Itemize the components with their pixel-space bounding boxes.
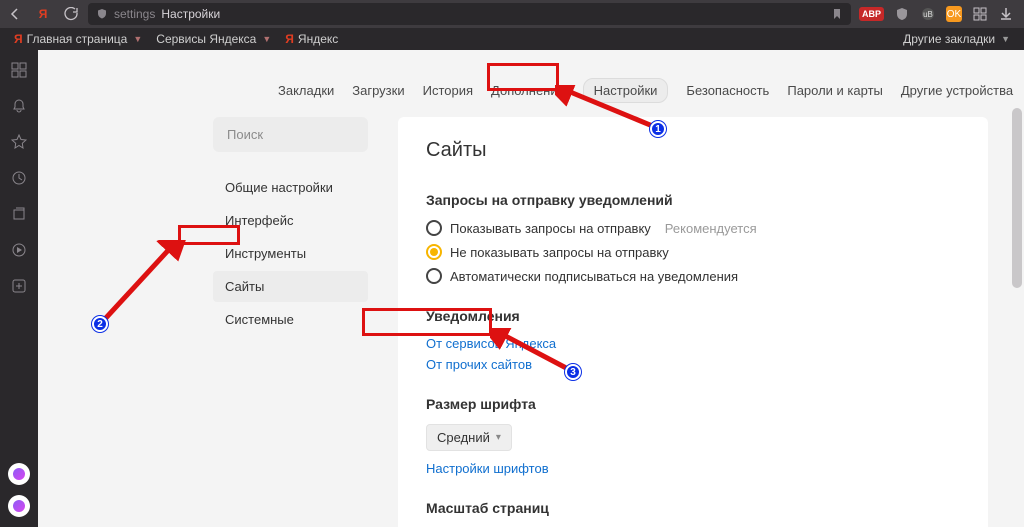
settings-page: Закладки Загрузки История Дополнения Нас… — [38, 50, 1024, 527]
titlebar: Я settings Настройки ABP uB OK — [0, 0, 1024, 28]
other-bookmarks-label: Другие закладки — [903, 32, 995, 46]
vertical-sidebar — [0, 50, 38, 527]
bookmark-services-label: Сервисы Яндекса — [156, 32, 256, 46]
ublock-extension-icon[interactable]: uB — [920, 6, 936, 22]
bookmark-home-label: Главная страница — [27, 32, 128, 46]
ok-extension-icon[interactable]: OK — [946, 6, 962, 22]
radio-show-requests[interactable]: Показывать запросы на отправку Рекоменду… — [426, 220, 960, 236]
section-font-size: Размер шрифта — [426, 396, 960, 412]
tab-addons[interactable]: Дополнения — [491, 83, 565, 98]
svg-text:uB: uB — [923, 10, 933, 19]
bookmark-icon[interactable] — [831, 8, 843, 20]
search-placeholder: Поиск — [227, 127, 263, 142]
tab-settings[interactable]: Настройки — [583, 78, 669, 103]
side-system[interactable]: Системные — [213, 304, 368, 335]
radio-dont-show-requests[interactable]: Не показывать запросы на отправку — [426, 244, 960, 260]
tab-history[interactable]: История — [423, 83, 473, 98]
side-interface[interactable]: Интерфейс — [213, 205, 368, 236]
radio-auto-label: Автоматически подписываться на уведомлен… — [450, 269, 738, 284]
reload-button[interactable] — [62, 5, 80, 23]
alisa-icon-2[interactable] — [8, 495, 30, 517]
bookmarks-bar: ЯГлавная страница▼ Сервисы Яндекса▼ ЯЯнд… — [0, 28, 1024, 50]
alisa-icon[interactable] — [8, 463, 30, 485]
tab-downloads[interactable]: Загрузки — [352, 83, 404, 98]
bookmark-yandex-label: Яндекс — [298, 32, 338, 46]
yandex-logo[interactable]: Я — [34, 5, 52, 23]
link-other-sites[interactable]: От прочих сайтов — [426, 357, 960, 372]
tab-passwords[interactable]: Пароли и карты — [787, 83, 883, 98]
abp-extension-icon[interactable]: ABP — [859, 7, 884, 21]
tab-devices[interactable]: Другие устройства — [901, 83, 1013, 98]
radio-dont-show-label: Не показывать запросы на отправку — [450, 245, 669, 260]
bookmark-home[interactable]: ЯГлавная страница▼ — [14, 32, 142, 46]
settings-search[interactable]: Поиск — [213, 117, 368, 152]
chevron-down-icon: ▾ — [496, 432, 501, 443]
radio-icon-selected — [426, 244, 442, 260]
history-icon[interactable] — [9, 168, 29, 188]
settings-main-card: Сайты Запросы на отправку уведомлений По… — [398, 117, 988, 527]
link-font-settings[interactable]: Настройки шрифтов — [426, 461, 960, 476]
bookmark-yandex[interactable]: ЯЯндекс — [285, 32, 338, 46]
other-bookmarks[interactable]: Другие закладки▼ — [903, 32, 1010, 46]
settings-tabs: Закладки Загрузки История Дополнения Нас… — [38, 50, 1024, 117]
shield-icon — [96, 8, 108, 20]
bell-icon[interactable] — [9, 96, 29, 116]
shield-extension-icon[interactable] — [894, 6, 910, 22]
section-zoom: Масштаб страниц — [426, 500, 960, 516]
recommended-label: Рекомендуется — [665, 221, 757, 236]
section-notifications: Уведомления — [426, 308, 960, 324]
radio-icon — [426, 220, 442, 236]
font-size-select[interactable]: Средний ▾ — [426, 424, 512, 451]
extensions-button[interactable] — [972, 6, 988, 22]
settings-side-panel: Поиск Общие настройки Интерфейс Инструме… — [213, 117, 368, 527]
section-requests: Запросы на отправку уведомлений — [426, 192, 960, 208]
address-bar[interactable]: settings Настройки — [88, 3, 851, 25]
font-size-value: Средний — [437, 430, 490, 445]
star-icon[interactable] — [9, 132, 29, 152]
radio-auto-subscribe[interactable]: Автоматически подписываться на уведомлен… — [426, 268, 960, 284]
side-sites[interactable]: Сайты — [213, 271, 368, 302]
play-icon[interactable] — [9, 240, 29, 260]
bookmark-services[interactable]: Сервисы Яндекса▼ — [156, 32, 271, 46]
side-general[interactable]: Общие настройки — [213, 172, 368, 203]
page-title: Сайты — [426, 139, 960, 162]
collections-icon[interactable] — [9, 204, 29, 224]
link-yandex-services[interactable]: От сервисов Яндекса — [426, 336, 960, 351]
radio-show-label: Показывать запросы на отправку — [450, 221, 651, 236]
url-prefix: settings — [114, 7, 155, 21]
url-title: Настройки — [161, 7, 220, 21]
add-icon[interactable] — [9, 276, 29, 296]
side-tools[interactable]: Инструменты — [213, 238, 368, 269]
scrollbar[interactable] — [1012, 108, 1022, 288]
tab-security[interactable]: Безопасность — [686, 83, 769, 98]
downloads-button[interactable] — [998, 6, 1014, 22]
tab-bookmarks[interactable]: Закладки — [278, 83, 334, 98]
back-button[interactable] — [6, 5, 24, 23]
radio-icon — [426, 268, 442, 284]
apps-icon[interactable] — [9, 60, 29, 80]
